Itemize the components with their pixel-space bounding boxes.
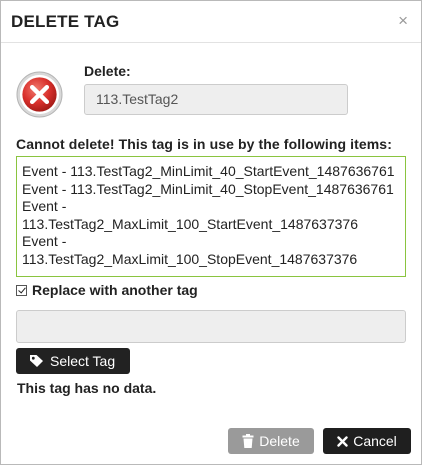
delete-button-label: Delete xyxy=(259,433,300,449)
cancel-button-label: Cancel xyxy=(353,433,397,449)
list-item: Event - 113.TestTag2_MinLimit_40_StartEv… xyxy=(22,163,395,179)
delete-label: Delete: xyxy=(84,63,131,79)
close-icon[interactable]: × xyxy=(398,12,408,29)
replace-checkbox[interactable] xyxy=(16,284,27,296)
cancel-button[interactable]: Cancel xyxy=(323,428,411,454)
select-tag-label: Select Tag xyxy=(50,353,116,369)
in-use-message: Cannot delete! This tag is in use by the… xyxy=(16,136,392,152)
dialog-header: DELETE TAG × xyxy=(1,1,421,43)
replacement-tag-field[interactable] xyxy=(16,310,406,343)
select-tag-button[interactable]: Select Tag xyxy=(16,348,130,374)
list-item: Event - 113.TestTag2_MaxLimit_100_StopEv… xyxy=(22,233,358,267)
times-icon xyxy=(337,435,348,447)
error-x-icon xyxy=(16,71,63,118)
replace-label[interactable]: Replace with another tag xyxy=(32,282,198,298)
in-use-items-list[interactable]: Event - 113.TestTag2_MinLimit_40_StartEv… xyxy=(16,156,406,277)
list-item: Event - 113.TestTag2_MaxLimit_100_StartE… xyxy=(22,198,358,232)
trash-icon xyxy=(242,434,254,448)
delete-tag-field: 113.TestTag2 xyxy=(84,84,348,115)
delete-tag-dialog: DELETE TAG × Delete: 113.TestTag2 Cannot… xyxy=(0,0,422,465)
tag-icon xyxy=(30,355,43,367)
dialog-title: DELETE TAG xyxy=(11,12,120,31)
delete-button[interactable]: Delete xyxy=(228,428,314,454)
list-item: Event - 113.TestTag2_MinLimit_40_StopEve… xyxy=(22,180,394,197)
replace-option: Replace with another tag xyxy=(16,282,198,298)
no-data-text: This tag has no data. xyxy=(17,380,157,396)
